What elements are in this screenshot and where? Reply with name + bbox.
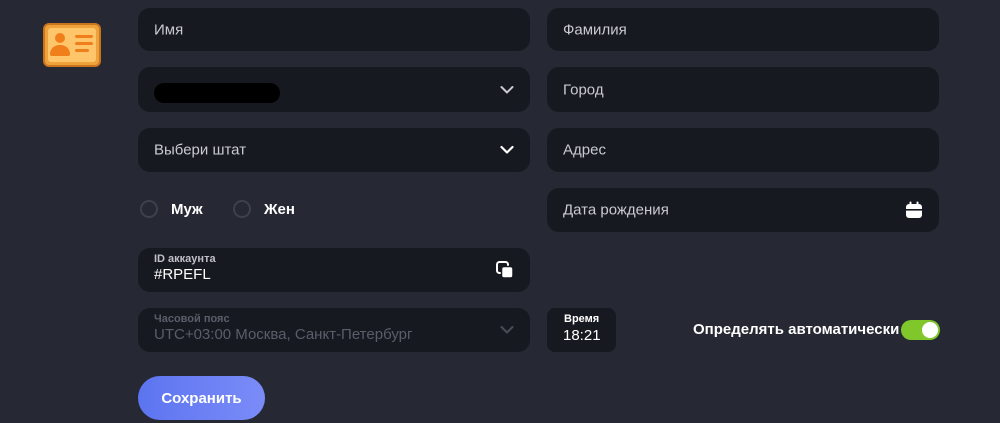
birthdate-placeholder: Дата рождения [563, 201, 669, 219]
time-label: Время [564, 313, 600, 325]
timezone-select[interactable]: Часовой пояс UTC+03:00 Москва, Санкт-Пет… [138, 308, 530, 352]
copy-icon[interactable] [496, 261, 514, 279]
gender-male-radio[interactable]: Муж [140, 200, 203, 218]
timezone-label: Часовой пояс [154, 313, 230, 325]
chevron-down-icon [500, 85, 514, 93]
radio-circle [140, 200, 158, 218]
first-name-field[interactable]: Имя [138, 8, 530, 51]
last-name-field[interactable]: Фамилия [547, 8, 939, 51]
gender-female-radio[interactable]: Жен [233, 200, 295, 218]
city-field[interactable]: Город [547, 67, 939, 112]
timezone-value: UTC+03:00 Москва, Санкт-Петербург [154, 326, 413, 343]
radio-circle [233, 200, 251, 218]
chevron-down-icon [500, 145, 514, 154]
state-placeholder: Выбери штат [154, 141, 247, 159]
toggle-knob [922, 322, 938, 338]
account-id-value: #RPEFL [154, 266, 211, 283]
country-select[interactable] [138, 67, 530, 112]
time-value: 18:21 [563, 327, 601, 344]
id-card-icon [43, 23, 101, 67]
calendar-icon[interactable] [905, 201, 923, 219]
state-select[interactable]: Выбери штат [138, 128, 530, 172]
city-placeholder: Город [563, 81, 604, 98]
account-id-field[interactable]: ID аккаунта #RPEFL [138, 248, 530, 292]
save-button[interactable]: Сохранить [138, 376, 265, 420]
account-id-label: ID аккаунта [154, 253, 216, 265]
chevron-down-icon [500, 326, 514, 334]
auto-detect-label: Определять автоматически [693, 321, 900, 338]
auto-detect-toggle[interactable] [901, 320, 940, 340]
birthdate-field[interactable]: Дата рождения [547, 188, 939, 232]
last-name-placeholder: Фамилия [563, 21, 627, 38]
address-placeholder: Адрес [563, 141, 606, 159]
address-field[interactable]: Адрес [547, 128, 939, 172]
gender-female-label: Жен [264, 200, 295, 218]
time-display: Время 18:21 [547, 308, 616, 352]
gender-male-label: Муж [171, 200, 203, 218]
redacted-value [154, 83, 280, 103]
first-name-placeholder: Имя [154, 21, 184, 38]
